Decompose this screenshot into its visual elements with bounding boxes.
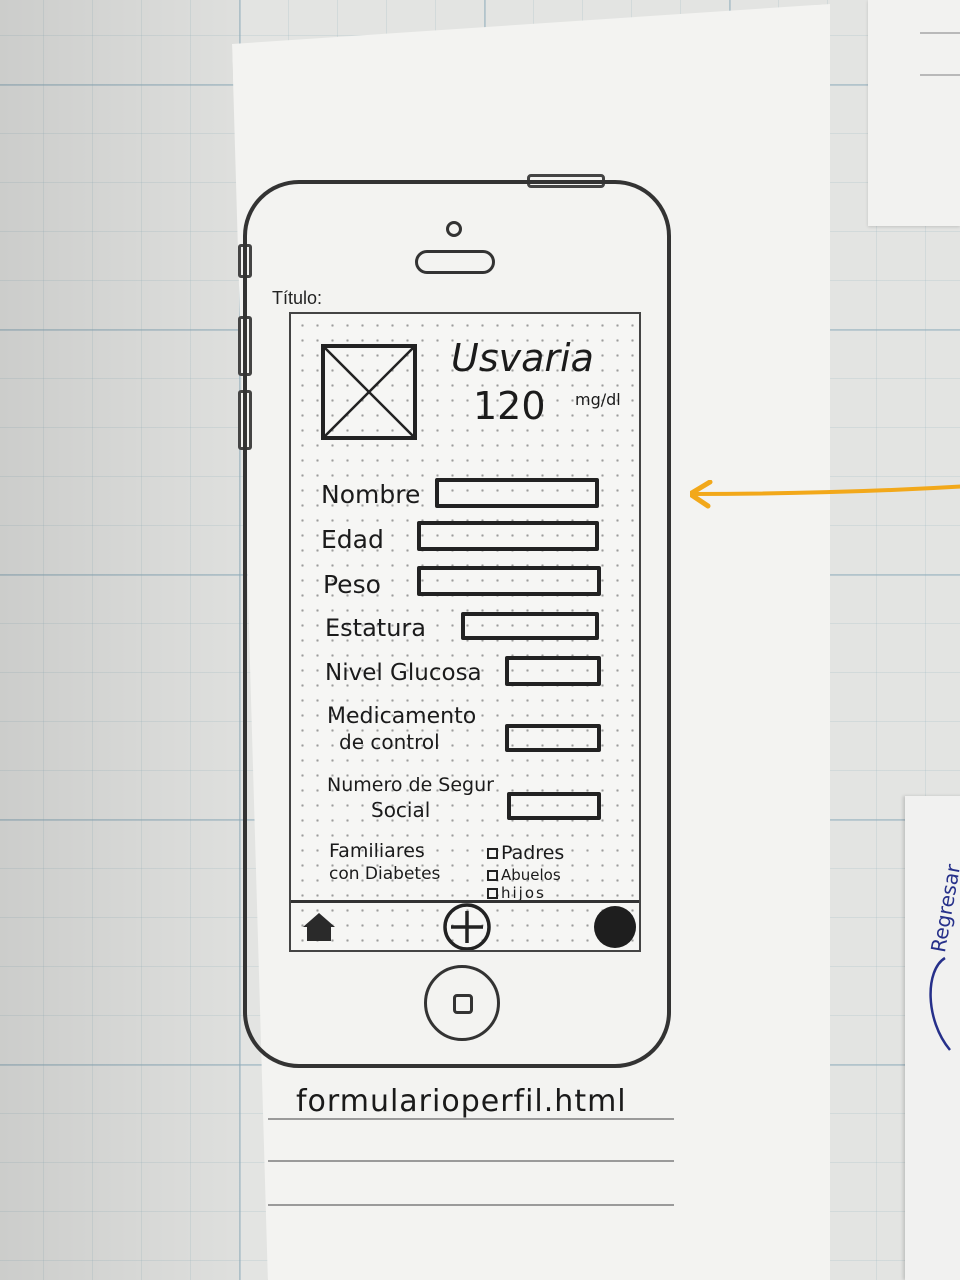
filename-label: formularioperfil.html [296, 1084, 627, 1119]
note-sheet-top-right [868, 0, 960, 226]
label-familiares-line1: Familiares [329, 840, 425, 862]
label-peso: Peso [323, 570, 381, 599]
checkbox-box[interactable] [487, 870, 498, 881]
checkbox-box[interactable] [487, 848, 498, 859]
home-icon[interactable] [301, 911, 337, 943]
checkbox-padres-label: Padres [501, 842, 565, 864]
screen-title-label: Título: [272, 288, 323, 308]
orange-arrow [690, 480, 960, 509]
estatura-field[interactable] [461, 612, 599, 640]
image-placeholder-icon [321, 344, 417, 440]
user-name: Usvaria [451, 336, 594, 380]
speaker-grille [415, 250, 495, 274]
label-estatura: Estatura [325, 614, 426, 642]
front-camera [446, 221, 462, 237]
add-icon[interactable] [441, 903, 493, 951]
home-button-square [453, 994, 473, 1014]
label-seguro-line1: Numero de Segur [327, 774, 494, 796]
checkbox-abuelos[interactable]: Abuelos [487, 866, 561, 884]
label-familiares-line2: con Diabetes [329, 864, 441, 884]
seguro-social-field[interactable] [507, 792, 601, 820]
checkbox-abuelos-label: Abuelos [501, 866, 561, 884]
hardware-home-button [424, 965, 500, 1041]
medicamento-field[interactable] [505, 724, 601, 752]
edad-field[interactable] [417, 521, 599, 551]
tab-bar [291, 900, 639, 950]
label-nombre: Nombre [321, 480, 421, 509]
glucose-value: 120 [473, 384, 546, 428]
label-seguro-line2: Social [371, 798, 431, 822]
checkbox-padres[interactable]: Padres [487, 842, 564, 864]
label-nivel-glucosa: Nivel Glucosa [325, 660, 482, 686]
peso-field[interactable] [417, 566, 601, 596]
profile-icon[interactable] [593, 903, 641, 951]
glucose-unit: mg/dl [575, 390, 621, 409]
phone-screen: Usvaria 120 mg/dl Nombre Edad Peso Estat… [289, 312, 641, 952]
nivel-glucosa-field[interactable] [505, 656, 601, 686]
label-medicamento-line2: de control [339, 730, 440, 754]
checkbox-box[interactable] [487, 888, 498, 899]
nombre-field[interactable] [435, 478, 599, 508]
label-medicamento-line1: Medicamento [327, 704, 477, 729]
label-edad: Edad [321, 525, 384, 554]
